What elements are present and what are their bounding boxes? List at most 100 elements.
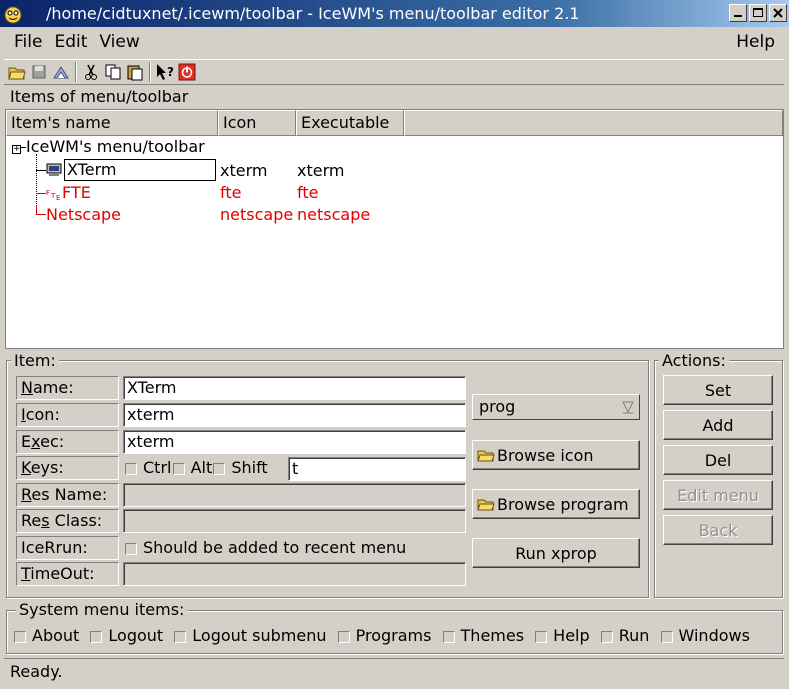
toolbar: ? [4,59,784,85]
tree-root-row[interactable]: + IceWM's menu/toolbar [12,137,205,159]
menu-bar: File Edit View Help [0,27,789,57]
cut-icon [85,64,97,80]
tree-header: Item's name Icon Executable [6,110,783,136]
set-button[interactable]: Set [663,375,773,405]
tree-row-icon: xterm [220,161,268,180]
maximize-icon [753,8,763,17]
svg-text:E: E [56,194,60,201]
res-name-label: Res Name: [16,483,119,507]
delete-button[interactable]: Del [663,445,773,475]
shift-checkbox[interactable] [213,462,226,475]
res-name-input[interactable] [123,483,466,507]
system-menu-options: About Logout Logout submenu Programs The… [14,626,750,645]
recent-menu-checkbox[interactable] [125,542,137,555]
paste-button[interactable] [124,61,146,83]
about-checkbox[interactable] [14,630,26,643]
column-header-icon[interactable]: Icon [218,110,296,136]
save-button[interactable] [28,61,50,83]
quit-button[interactable] [176,61,198,83]
icon-label: Icon: [16,403,119,427]
tree-row[interactable]: XTerm [36,159,216,181]
tree-row-name-box: XTerm [64,159,216,181]
menu-file[interactable]: File [8,32,48,52]
minimize-button[interactable] [729,4,747,22]
browse-program-button[interactable]: Browse program [472,489,640,519]
close-button[interactable] [769,4,787,22]
maximize-button[interactable] [749,4,767,22]
items-tree[interactable]: Item's name Icon Executable + IceWM's men… [5,109,784,349]
run-xprop-button[interactable]: Run xprop [472,538,640,568]
edit-menu-button[interactable]: Edit menu [663,480,773,510]
ctrl-label: Ctrl [143,458,172,477]
tree-row-exec: netscape [297,205,371,224]
paste-icon [127,65,143,81]
tree-row-exec: fte [297,183,319,202]
type-select[interactable]: prog [472,394,640,420]
keys-modifiers: Ctrl Alt Shift [123,458,268,482]
tree-row-name: FTE [62,183,91,202]
name-input[interactable]: XTerm [123,376,466,400]
column-header-name[interactable]: Item's name [6,110,218,136]
alt-checkbox[interactable] [172,462,185,475]
fte-icon: FTE [46,189,60,202]
item-group-title: Item: [11,351,59,370]
status-text: Ready. [10,662,63,681]
svg-text:F: F [46,189,50,197]
themes-label: Themes [460,626,525,645]
tree-root-label: IceWM's menu/toolbar [26,137,205,156]
key-input[interactable]: t [288,457,466,481]
keys-label: Keys: [16,456,119,480]
status-bar: Ready. [4,658,784,686]
whats-this-button[interactable]: ? [154,61,176,83]
del-label: Del [704,450,732,470]
add-label: Add [702,415,734,435]
timeout-input[interactable] [123,562,466,586]
programs-checkbox[interactable] [337,630,350,643]
ctrl-checkbox[interactable] [125,462,137,475]
alt-label: Alt [190,458,213,477]
menu-view[interactable]: View [93,32,145,52]
about-label: About [32,626,80,645]
exec-label: Exec: [16,430,119,454]
open-button[interactable] [6,61,28,83]
save-as-button[interactable] [50,61,72,83]
copy-button[interactable] [102,61,124,83]
res-class-input[interactable] [123,509,466,533]
tree-row[interactable]: F T E FTE [36,183,91,205]
menu-help[interactable]: Help [730,32,781,52]
icerun-label: IceRrun: [16,536,119,560]
menu-edit[interactable]: Edit [48,32,93,52]
logout-checkbox[interactable] [90,630,103,643]
icon-input[interactable]: xterm [123,403,466,427]
browse-icon-label: Browse icon [497,445,594,465]
column-header-executable[interactable]: Executable [296,110,404,136]
tree-row-name: Netscape [46,205,122,224]
cut-button[interactable] [80,61,102,83]
help-checkbox[interactable] [535,630,548,643]
windows-checkbox[interactable] [660,630,673,643]
tree-row[interactable]: Netscape [36,205,121,227]
set-label: Set [704,380,732,400]
logout-submenu-label: Logout submenu [192,626,327,645]
chevron-down-icon [622,401,634,414]
expand-icon[interactable]: + [12,145,21,154]
back-button[interactable]: Back [663,515,773,545]
timeout-label: TimeOut: [16,562,119,586]
logout-submenu-checkbox[interactable] [174,630,187,643]
run-checkbox[interactable] [600,630,613,643]
system-menu-title: System menu items: [16,600,188,619]
terminal-icon [46,163,62,176]
close-icon [773,8,783,18]
icewm-app-icon[interactable] [2,3,24,25]
exec-input[interactable]: xterm [123,430,466,454]
copy-icon [105,64,121,80]
title-bar[interactable]: /home/cidtuxnet/.icewm/toolbar - IceWM's… [0,0,789,27]
back-label: Back [698,520,738,540]
run-label: Run [618,626,650,645]
minimize-icon [734,15,742,17]
themes-checkbox[interactable] [442,630,455,643]
add-button[interactable]: Add [663,410,773,440]
open-folder-icon [8,67,26,80]
edit-menu-label: Edit menu [677,485,759,505]
browse-icon-button[interactable]: Browse icon [472,440,640,470]
